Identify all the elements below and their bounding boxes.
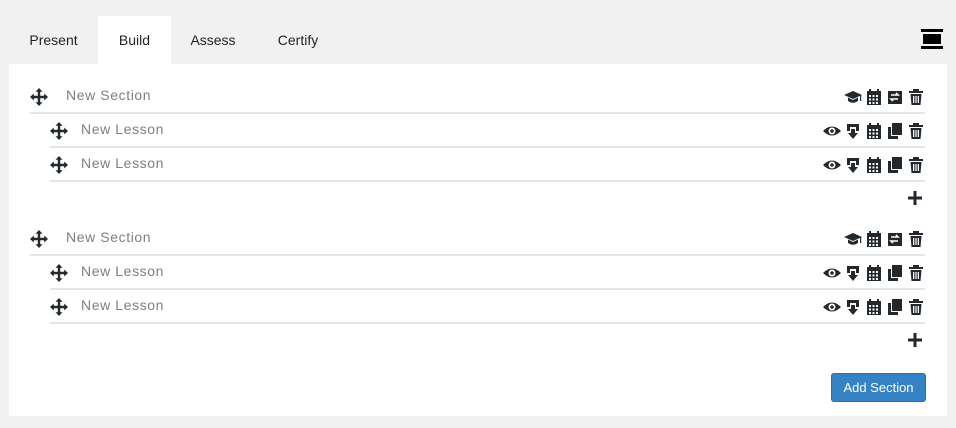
- graduation-cap-icon[interactable]: [844, 88, 862, 106]
- section-row: New Section: [30, 222, 925, 256]
- move-icon[interactable]: [30, 230, 48, 248]
- section-title[interactable]: New Section: [66, 80, 151, 111]
- trash-icon[interactable]: [907, 88, 925, 106]
- lesson-title[interactable]: New Lesson: [81, 290, 164, 321]
- section-actions: [841, 230, 925, 248]
- lesson-row: New Lesson: [50, 114, 925, 148]
- move-icon[interactable]: [50, 122, 68, 140]
- calendar-icon[interactable]: [865, 298, 883, 316]
- tab-assess[interactable]: Assess: [171, 16, 255, 64]
- trash-icon[interactable]: [907, 264, 925, 282]
- trash-icon[interactable]: [907, 122, 925, 140]
- download-icon[interactable]: [844, 264, 862, 282]
- move-icon[interactable]: [50, 264, 68, 282]
- curriculum-builder: New Section New Lesson New Lesson New Se…: [9, 64, 947, 416]
- lesson-title[interactable]: New Lesson: [81, 148, 164, 179]
- lesson-row: New Lesson: [50, 256, 925, 290]
- section-title[interactable]: New Section: [66, 222, 151, 253]
- trash-icon[interactable]: [907, 298, 925, 316]
- tab-build[interactable]: Build: [98, 16, 171, 64]
- lesson-actions: [820, 298, 925, 316]
- eye-icon[interactable]: [823, 156, 841, 174]
- calendar-icon[interactable]: [865, 230, 883, 248]
- lesson-row: New Lesson: [50, 290, 925, 324]
- download-icon[interactable]: [844, 122, 862, 140]
- lesson-title[interactable]: New Lesson: [81, 256, 164, 287]
- hamburger-menu-icon[interactable]: [921, 28, 943, 50]
- graduation-cap-icon[interactable]: [844, 230, 862, 248]
- plus-icon[interactable]: [908, 191, 922, 205]
- add-section-button[interactable]: Add Section: [831, 373, 926, 402]
- copy-icon[interactable]: [886, 298, 904, 316]
- section-row: New Section: [30, 80, 925, 114]
- calendar-icon[interactable]: [865, 156, 883, 174]
- move-icon[interactable]: [50, 298, 68, 316]
- tab-bar: Present Build Assess Certify: [9, 16, 341, 64]
- copy-icon[interactable]: [886, 156, 904, 174]
- tab-certify[interactable]: Certify: [255, 16, 341, 64]
- copy-icon[interactable]: [886, 122, 904, 140]
- swap-icon[interactable]: [886, 88, 904, 106]
- tab-present[interactable]: Present: [9, 16, 98, 64]
- eye-icon[interactable]: [823, 122, 841, 140]
- plus-icon[interactable]: [908, 333, 922, 347]
- lesson-actions: [820, 122, 925, 140]
- calendar-icon[interactable]: [865, 264, 883, 282]
- lesson-actions: [820, 156, 925, 174]
- copy-icon[interactable]: [886, 264, 904, 282]
- swap-icon[interactable]: [886, 230, 904, 248]
- download-icon[interactable]: [844, 156, 862, 174]
- trash-icon[interactable]: [907, 156, 925, 174]
- lesson-actions: [820, 264, 925, 282]
- lesson-title[interactable]: New Lesson: [81, 114, 164, 145]
- lesson-row: New Lesson: [50, 148, 925, 182]
- eye-icon[interactable]: [823, 264, 841, 282]
- eye-icon[interactable]: [823, 298, 841, 316]
- trash-icon[interactable]: [907, 230, 925, 248]
- move-icon[interactable]: [30, 88, 48, 106]
- section-actions: [841, 88, 925, 106]
- calendar-icon[interactable]: [865, 122, 883, 140]
- download-icon[interactable]: [844, 298, 862, 316]
- move-icon[interactable]: [50, 156, 68, 174]
- calendar-icon[interactable]: [865, 88, 883, 106]
